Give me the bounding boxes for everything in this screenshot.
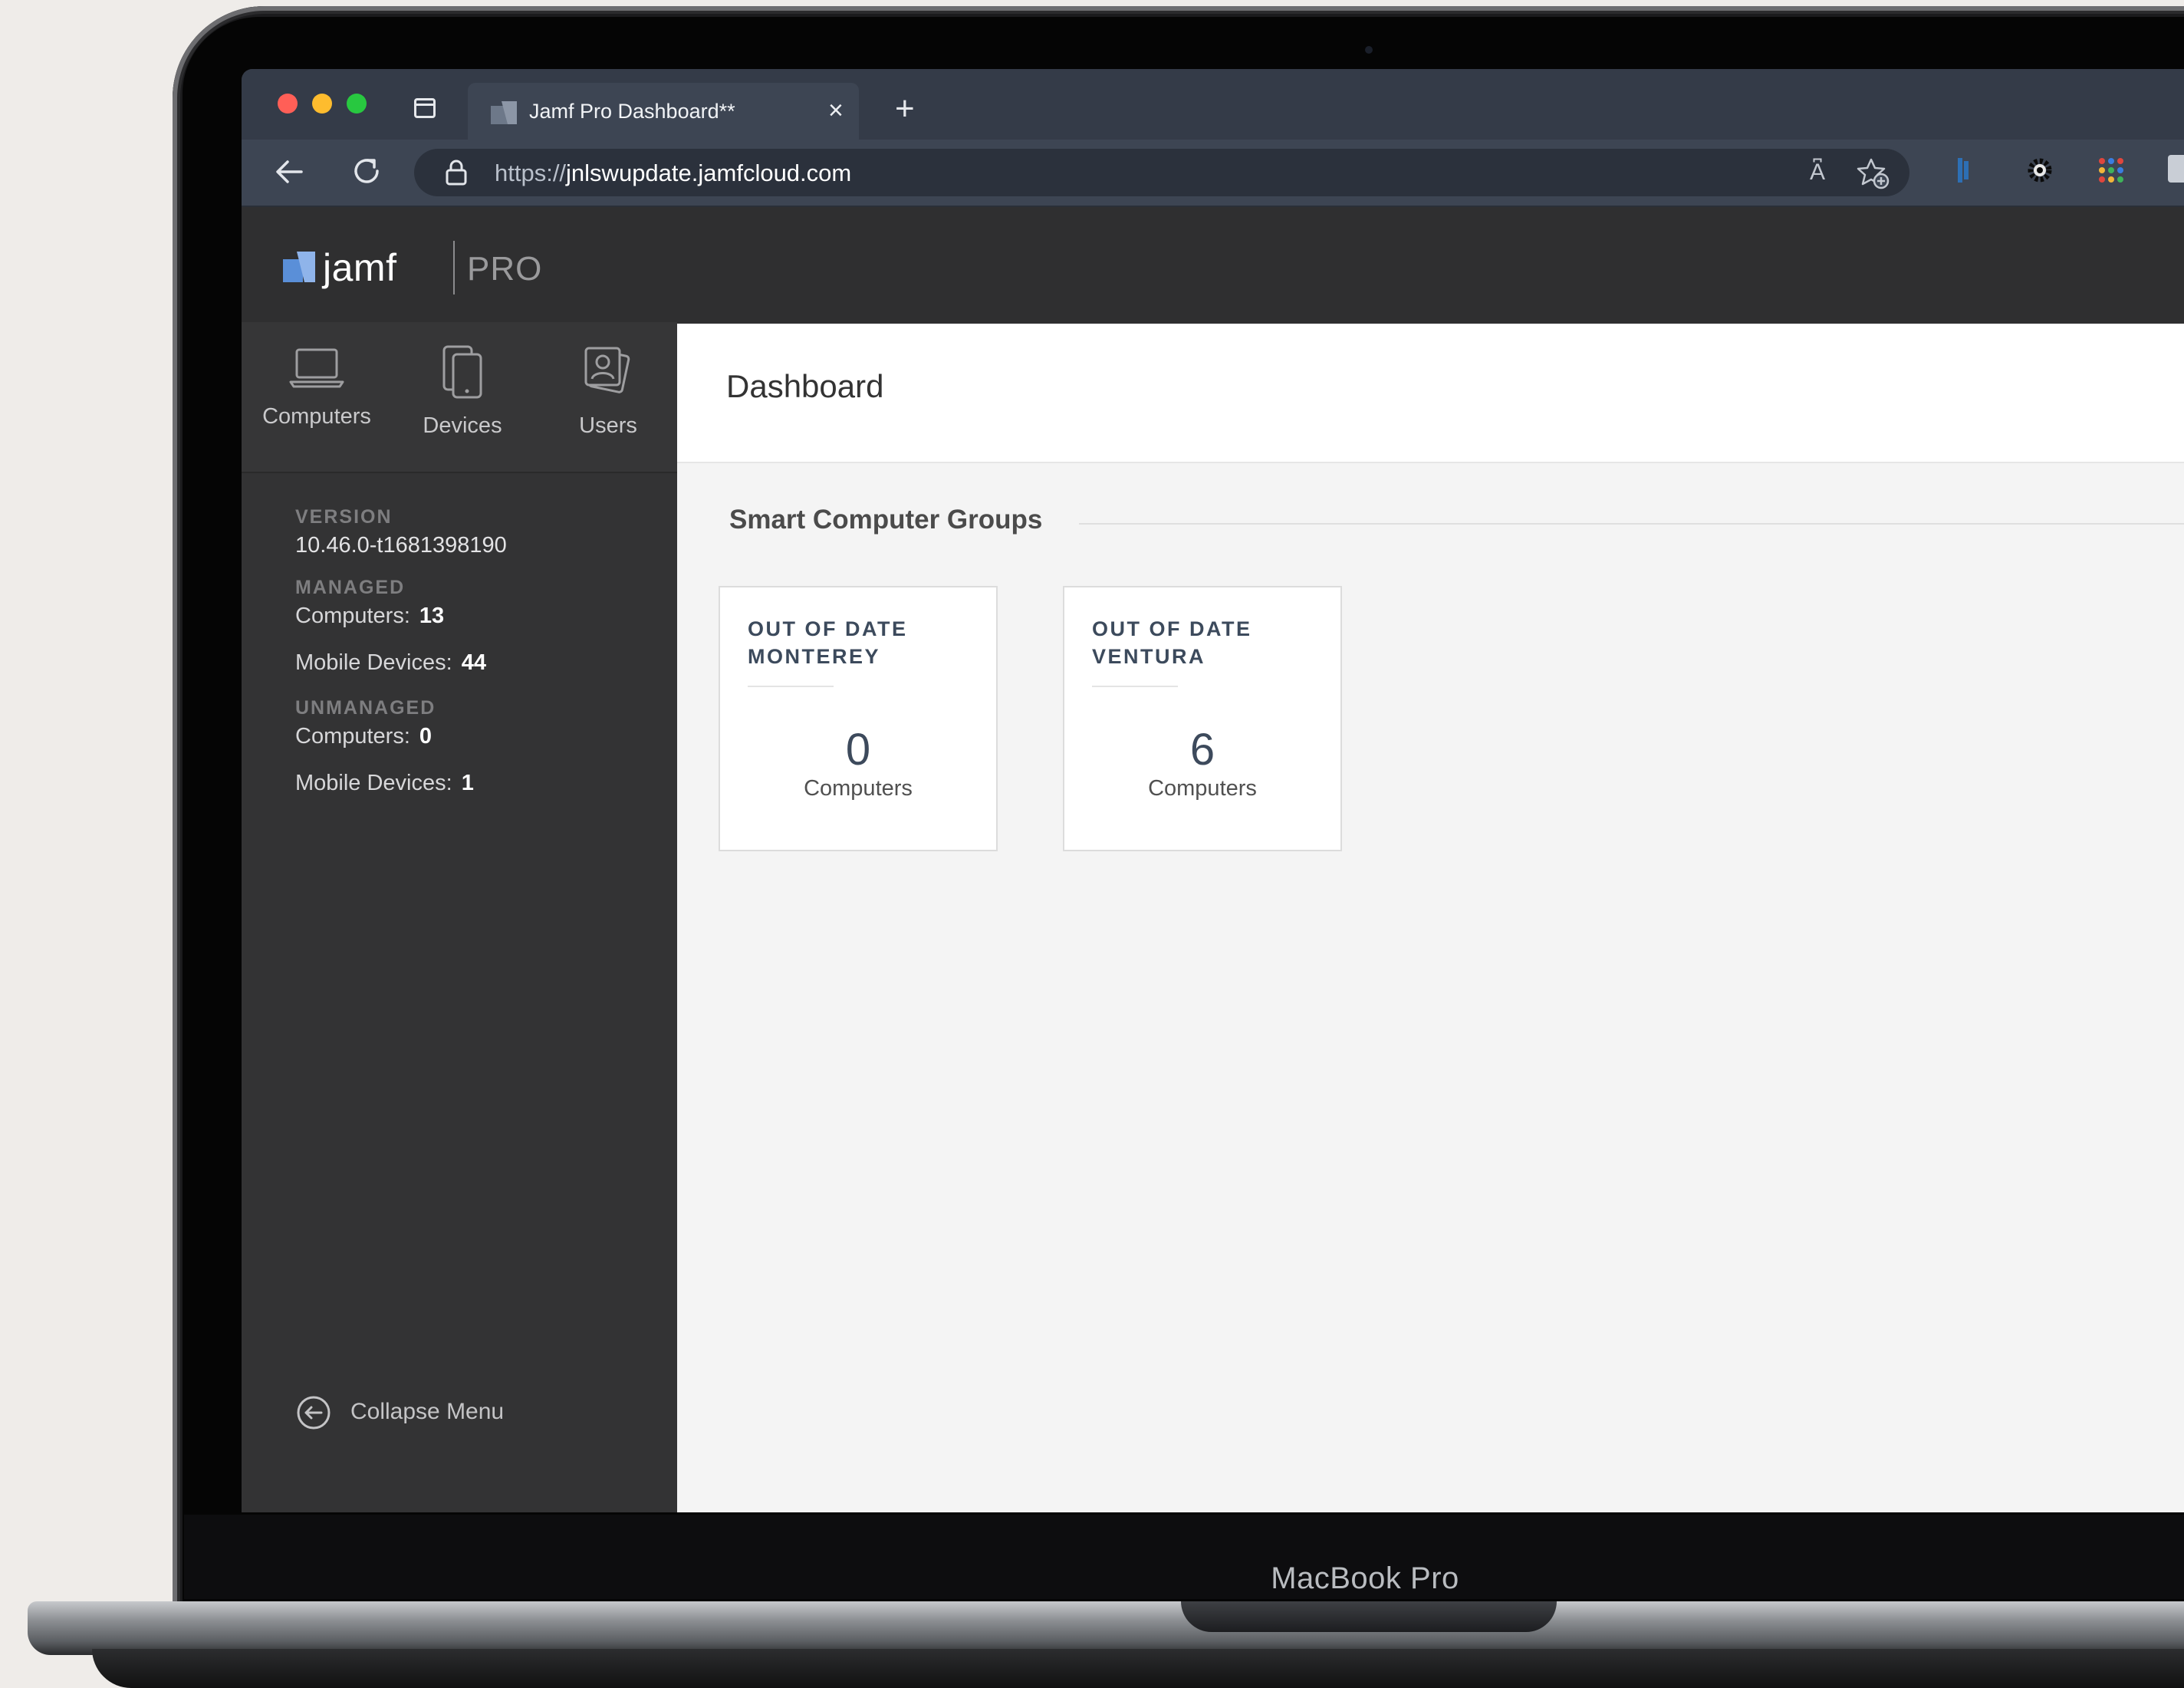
- card-unit: Computers: [804, 776, 913, 801]
- url-scheme: https://: [495, 160, 567, 186]
- screen: Jamf Pro Dashboard** × + https://jnlswup…: [242, 69, 2184, 1512]
- nav-users[interactable]: Users: [539, 345, 677, 439]
- browser-titlebar: Jamf Pro Dashboard** × +: [242, 69, 2184, 140]
- settings-gear-icon[interactable]: [2024, 155, 2055, 186]
- browser-toolbar: https://jnlswupdate.jamfcloud.com A͆: [242, 140, 2184, 207]
- version-heading: VERSION: [295, 506, 393, 528]
- lid-notch: [1181, 1601, 1557, 1632]
- bezel-chin: [184, 1515, 2184, 1599]
- brand-product: PRO: [467, 250, 543, 288]
- collapse-menu-label: Collapse Menu: [350, 1399, 505, 1424]
- server-summary: VERSION 10.46.0-t1681398190 MANAGED Comp…: [295, 506, 648, 818]
- url-host: jnlswupdate.jamfcloud.com: [566, 160, 852, 186]
- unmanaged-computers-count: 0: [419, 724, 433, 749]
- card-title: OUT OF DATE VENTURA: [1092, 617, 1252, 668]
- mobile-devices-icon: [442, 345, 482, 399]
- profile-icon[interactable]: [2168, 155, 2184, 183]
- nav-devices[interactable]: Devices: [393, 345, 531, 439]
- smart-group-card[interactable]: OUT OF DATE VENTURA 6 Computers: [1063, 586, 1342, 851]
- users-icon: [584, 347, 630, 393]
- unmanaged-mobile-row[interactable]: Mobile Devices: 1: [295, 771, 648, 796]
- page-title: Dashboard: [726, 368, 884, 404]
- managed-computers-label: Computers:: [295, 604, 410, 628]
- card-unit: Computers: [1148, 776, 1257, 801]
- device-label: MacBook Pro: [1271, 1561, 1459, 1595]
- reload-icon[interactable]: [349, 153, 384, 189]
- managed-computers-count: 13: [419, 604, 445, 628]
- laptop-base: [28, 1601, 2184, 1655]
- brand-name: jamf: [323, 246, 397, 289]
- jamf-logo-icon: [283, 252, 315, 282]
- url-text[interactable]: https://jnlswupdate.jamfcloud.com: [495, 160, 851, 187]
- add-favorite-icon[interactable]: [1856, 156, 1891, 190]
- new-tab-button[interactable]: +: [895, 92, 915, 126]
- minimize-window-button[interactable]: [312, 94, 332, 114]
- laptop-icon: [289, 348, 344, 388]
- laptop-foot: [92, 1649, 2184, 1688]
- tab-title: Jamf Pro Dashboard**: [529, 100, 735, 123]
- jamf-app: jamf PRO Computers Devices Users VERSION…: [242, 207, 2184, 1512]
- card-count: 0: [845, 725, 871, 775]
- card-divider: [1092, 686, 1178, 687]
- card-title: OUT OF DATE MONTEREY: [748, 617, 908, 668]
- collapse-menu-button[interactable]: Collapse Menu: [295, 1394, 504, 1433]
- tab-close-icon[interactable]: ×: [828, 95, 844, 126]
- card-count: 6: [1189, 725, 1215, 775]
- page-header: Dashboard: [677, 324, 2184, 463]
- unmanaged-computers-label: Computers:: [295, 724, 410, 749]
- smart-group-card[interactable]: OUT OF DATE MONTEREY 0 Computers: [719, 586, 998, 851]
- close-window-button[interactable]: [278, 94, 298, 114]
- main-content: Dashboard Smart Computer Groups OUT OF D…: [677, 324, 2184, 1512]
- managed-mobile-count: 44: [461, 650, 486, 675]
- unmanaged-heading: UNMANAGED: [295, 697, 436, 719]
- nav-label: Devices: [423, 413, 502, 438]
- unmanaged-computers-row[interactable]: Computers: 0: [295, 724, 648, 749]
- unmanaged-mobile-label: Mobile Devices:: [295, 771, 452, 795]
- managed-heading: MANAGED: [295, 577, 406, 598]
- card-divider: [748, 686, 834, 687]
- sidebar: Computers Devices Users VERSION 10.46.0-…: [242, 322, 677, 1512]
- read-aloud-icon[interactable]: A͆: [1810, 160, 1825, 186]
- nav-computers[interactable]: Computers: [248, 345, 386, 429]
- nav-label: Computers: [262, 404, 371, 429]
- version-value: 10.46.0-t1681398190: [295, 533, 507, 558]
- managed-mobile-row[interactable]: Mobile Devices: 44: [295, 650, 648, 676]
- collapse-arrow-icon: [297, 1396, 331, 1430]
- address-bar[interactable]: https://jnlswupdate.jamfcloud.com A͆: [414, 149, 1909, 196]
- managed-mobile-label: Mobile Devices:: [295, 650, 452, 675]
- back-arrow-icon[interactable]: [272, 155, 306, 189]
- extension-icon[interactable]: [1952, 155, 1975, 186]
- section-title: Smart Computer Groups: [729, 505, 1043, 535]
- nav-label: Users: [579, 413, 637, 438]
- unmanaged-mobile-count: 1: [461, 771, 474, 795]
- section-divider: [1079, 523, 2184, 525]
- logo-divider: [453, 241, 455, 294]
- app-header: jamf PRO: [242, 207, 2184, 322]
- apps-grid-icon[interactable]: [2096, 155, 2126, 186]
- tab-actions-icon[interactable]: [414, 98, 436, 118]
- camera: [1365, 46, 1373, 54]
- sidebar-nav: Computers Devices Users: [242, 322, 677, 473]
- jamf-favicon-icon: [491, 101, 517, 124]
- lock-icon[interactable]: [445, 160, 468, 186]
- browser-tab[interactable]: Jamf Pro Dashboard** ×: [468, 83, 859, 140]
- zoom-window-button[interactable]: [347, 94, 367, 114]
- managed-computers-row[interactable]: Computers: 13: [295, 604, 648, 629]
